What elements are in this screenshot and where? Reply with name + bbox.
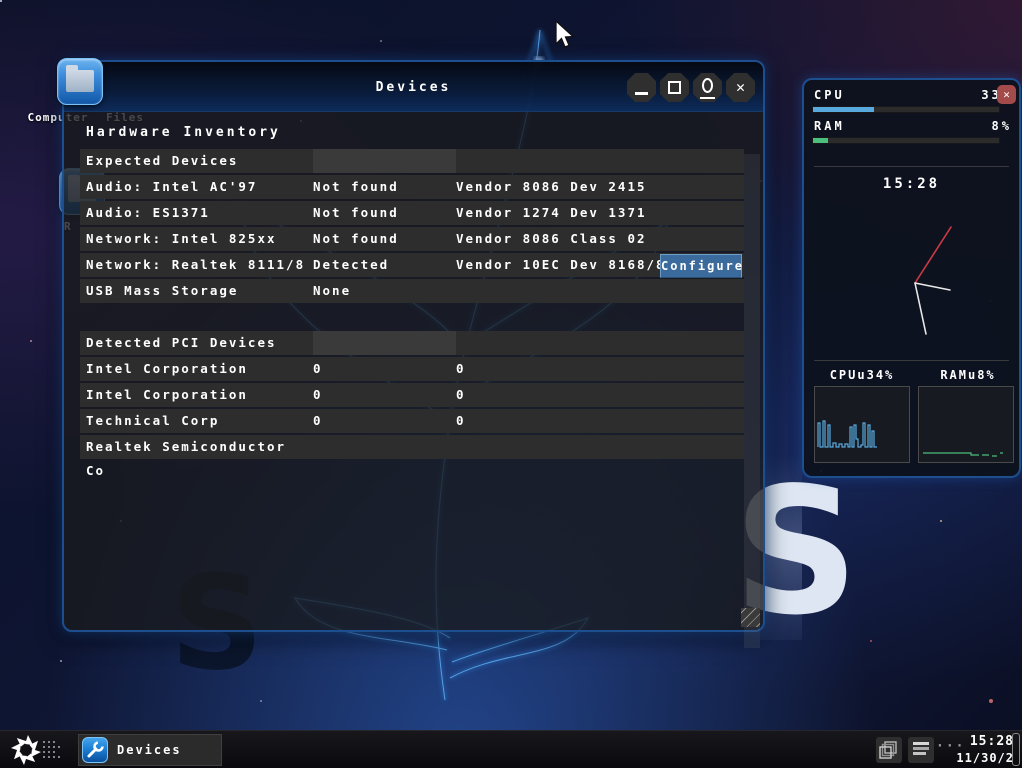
configure-button[interactable]: Configure (660, 254, 742, 278)
show-desktop-button[interactable] (1012, 733, 1020, 766)
taskbar: Devices ··· 15:28 11/30/2 (0, 730, 1022, 768)
desktop: S S Computer Files R Devic (0, 0, 1022, 768)
shade-button[interactable] (693, 73, 722, 102)
start-logo-icon (6, 732, 62, 768)
cpu-bar-fill (813, 107, 874, 112)
wrench-icon (82, 737, 108, 763)
close-icon: ✕ (726, 78, 755, 96)
ram-bar-fill (813, 138, 828, 143)
hardware-table: Expected Devices Audio: Intel AC'97Not f… (80, 149, 744, 459)
device-row: Network: Realtek 8111/8DetectedVendor 10… (80, 253, 744, 277)
minimize-button[interactable] (627, 73, 656, 102)
clock-time: 15:28 (956, 733, 1014, 750)
close-button[interactable]: ✕ (726, 73, 755, 102)
divider (814, 360, 1009, 361)
start-menu-button[interactable] (6, 732, 62, 768)
taskbar-item-devices[interactable]: Devices (78, 734, 222, 766)
cpu-graph-label: CPUu34% (814, 368, 910, 382)
device-row: Realtek Semiconductor Co (80, 435, 744, 459)
digital-clock: 15:28 (804, 176, 1019, 192)
ram-value: 8% (992, 119, 1012, 133)
folder-icon (66, 70, 94, 92)
page-title: Hardware Inventory (86, 125, 763, 140)
cpu-progress-bar (812, 106, 1000, 113)
device-row: Audio: Intel AC'97Not foundVendor 8086 D… (80, 175, 744, 199)
device-row: Audio: ES1371Not foundVendor 1274 Dev 13… (80, 201, 744, 225)
device-row: USB Mass StorageNone (80, 279, 744, 303)
table-spacer (80, 305, 744, 329)
device-row: Intel Corporation00 (80, 383, 744, 407)
maximize-button[interactable] (660, 73, 689, 102)
section-header-expected: Expected Devices (80, 149, 744, 173)
ram-history-graph (918, 386, 1014, 463)
device-row: Intel Corporation00 (80, 357, 744, 381)
section-header-detected: Detected PCI Devices (80, 331, 744, 355)
panel-close-button[interactable]: ✕ (997, 85, 1016, 104)
analog-clock (804, 200, 1019, 358)
ram-progress-bar (812, 137, 1000, 144)
tray-list-button[interactable] (908, 737, 934, 763)
tray-workspaces-button[interactable] (876, 737, 902, 763)
close-icon: ✕ (1003, 88, 1010, 101)
overlapping-windows-icon (876, 737, 902, 763)
task-label: Devices (117, 743, 182, 757)
maximize-icon (668, 81, 681, 94)
ram-graph-label: RAMu8% (918, 368, 1018, 382)
clock-date: 11/30/2 (956, 750, 1014, 767)
resize-grip[interactable] (741, 608, 760, 627)
list-icon (908, 737, 934, 763)
devices-window: Devices ✕ Hardware Inventory Expected De… (62, 60, 765, 632)
desktop-icon-computer[interactable] (57, 58, 103, 105)
cpu-history-graph (814, 386, 910, 463)
window-titlebar[interactable]: Devices ✕ (64, 62, 763, 112)
system-monitor-panel: CPU 33% ✕ RAM 8% 15:28 CPUu34% RAMu8% (802, 78, 1021, 478)
ram-label: RAM (814, 119, 845, 133)
divider (814, 166, 1009, 167)
shade-icon (702, 78, 713, 93)
device-row: Network: Intel 825xxNot foundVendor 8086… (80, 227, 744, 251)
wallpaper-stars (0, 0, 2, 2)
minimize-icon (635, 92, 648, 95)
taskbar-clock: 15:28 11/30/2 (956, 733, 1014, 767)
scrollbar[interactable] (744, 154, 760, 648)
cpu-label: CPU (814, 88, 845, 102)
device-row: Technical Corp00 (80, 409, 744, 433)
